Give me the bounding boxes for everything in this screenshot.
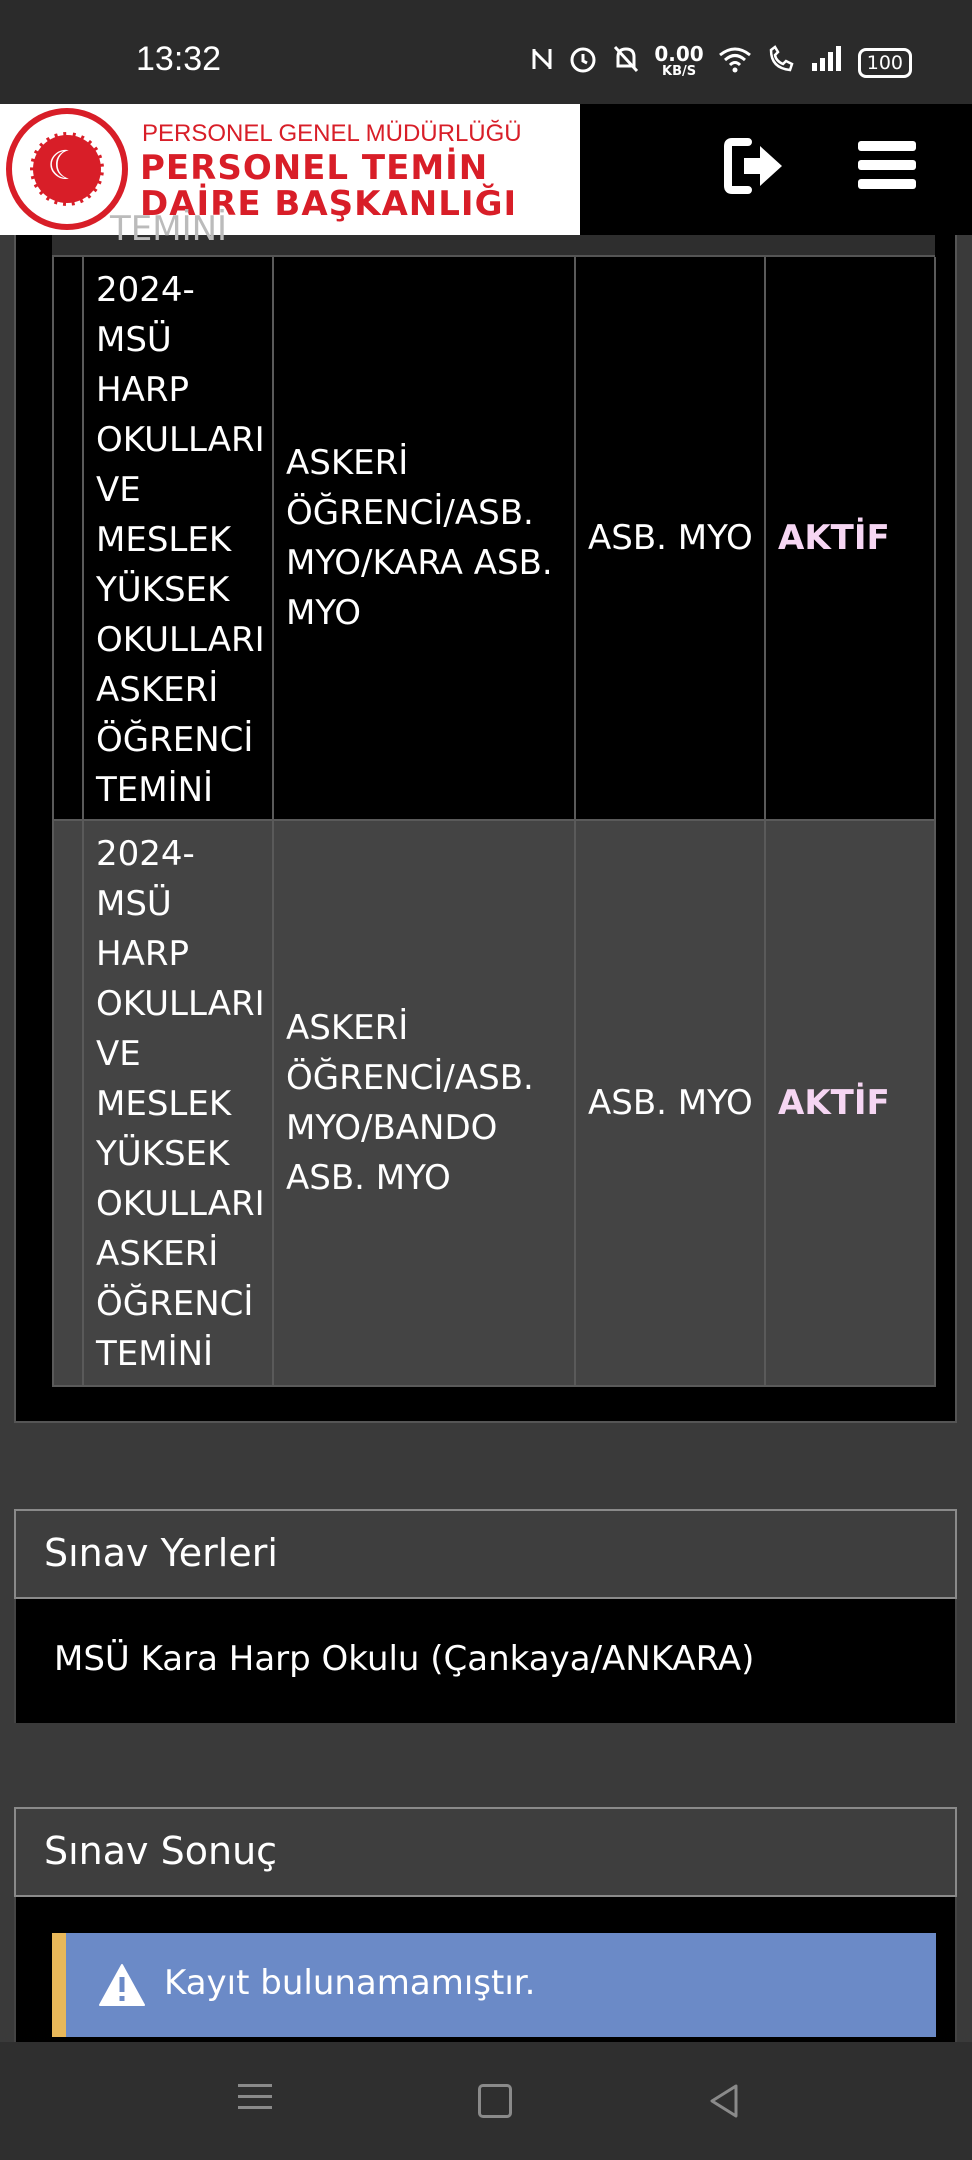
status-badge: AKTİF xyxy=(778,1083,890,1123)
table-cell-exam: 2024-MSÜ HARP OKULLARI VE MESLEK YÜKSEK … xyxy=(84,257,274,819)
section-title: Sınav Sonuç xyxy=(44,1829,278,1873)
logo-line-1: PERSONEL GENEL MÜDÜRLÜĞÜ xyxy=(142,120,522,147)
exam-type: ASB. MYO xyxy=(588,1083,753,1123)
logo-line-2: PERSONEL TEMİN xyxy=(140,148,489,188)
status-time: 13:32 xyxy=(136,40,222,78)
sinav-yerleri-header: Sınav Yerleri xyxy=(14,1509,957,1599)
table-cell-status: AKTİF xyxy=(766,821,936,1385)
table-cell-type: ASB. MYO xyxy=(576,257,766,819)
alert-message: Kayıt bulunamamıştır. xyxy=(164,1963,536,2003)
status-badge: AKTİF xyxy=(778,518,890,558)
exam-location: MSÜ Kara Harp Okulu (Çankaya/ANKARA) xyxy=(54,1639,755,1679)
menu-icon[interactable] xyxy=(858,134,928,204)
exam-name: 2024-MSÜ HARP OKULLARI VE MESLEK YÜKSEK … xyxy=(96,270,265,810)
mute-icon xyxy=(612,44,640,81)
signal-icon xyxy=(810,45,844,80)
table-cell-index xyxy=(52,257,84,819)
exam-name: 2024-MSÜ HARP OKULLARI VE MESLEK YÜKSEK … xyxy=(96,834,265,1374)
table-cell-index xyxy=(52,821,84,1385)
table-row-partial: TEMİNİ xyxy=(52,209,935,257)
sinav-sonuc-body: Kayıt bulunamamıştır. xyxy=(14,1897,957,2043)
sinav-yerleri-body: MSÜ Kara Harp Okulu (Çankaya/ANKARA) xyxy=(14,1599,957,1723)
battery-icon: 100 xyxy=(857,47,912,78)
table-cell-category: ASKERİ ÖĞRENCİ/ASB. MYO/BANDO ASB. MYO xyxy=(274,821,576,1385)
table-row: 2024-MSÜ HARP OKULLARI VE MESLEK YÜKSEK … xyxy=(52,821,936,1387)
table-cell-status: AKTİF xyxy=(766,257,936,819)
table-cell-exam: 2024-MSÜ HARP OKULLARI VE MESLEK YÜKSEK … xyxy=(84,821,274,1385)
exam-table: TEMİNİ 2024-MSÜ HARP OKULLARI VE MESLEK … xyxy=(14,209,957,1423)
network-speed: 0.00 KB/S xyxy=(654,41,704,81)
table-cell-category: ASKERİ ÖĞRENCİ/ASB. MYO/KARA ASB. MYO xyxy=(274,257,576,819)
status-bar: 13:32 0.00 KB/S 100 xyxy=(0,0,972,104)
sinav-sonuc-header: Sınav Sonuç xyxy=(14,1807,957,1897)
system-nav-bar xyxy=(0,2042,972,2160)
nfc-icon xyxy=(530,45,554,80)
home-icon[interactable] xyxy=(470,2076,520,2126)
logout-icon[interactable] xyxy=(722,134,792,204)
table-cell-type: ASB. MYO xyxy=(576,821,766,1385)
wifi-calling-icon xyxy=(766,44,796,81)
partial-row-text: TEMİNİ xyxy=(110,209,228,249)
speed-value: 0.00 xyxy=(654,41,704,66)
warning-icon xyxy=(98,1963,146,2007)
wifi-icon xyxy=(718,45,752,80)
no-record-alert: Kayıt bulunamamıştır. xyxy=(52,1933,936,2037)
section-title: Sınav Yerleri xyxy=(44,1531,278,1575)
exam-category: ASKERİ ÖĞRENCİ/ASB. MYO/BANDO ASB. MYO xyxy=(286,1008,534,1198)
table-row: 2024-MSÜ HARP OKULLARI VE MESLEK YÜKSEK … xyxy=(52,257,936,821)
recent-apps-icon[interactable] xyxy=(230,2076,280,2126)
status-icons: 0.00 KB/S 100 xyxy=(530,44,912,81)
exam-type: ASB. MYO xyxy=(588,518,753,558)
exam-category: ASKERİ ÖĞRENCİ/ASB. MYO/KARA ASB. MYO xyxy=(286,443,553,633)
site-logo[interactable]: PERSONEL GENEL MÜDÜRLÜĞÜ PERSONEL TEMİN … xyxy=(0,104,580,235)
alarm-icon xyxy=(568,44,598,81)
back-icon[interactable] xyxy=(700,2076,750,2126)
